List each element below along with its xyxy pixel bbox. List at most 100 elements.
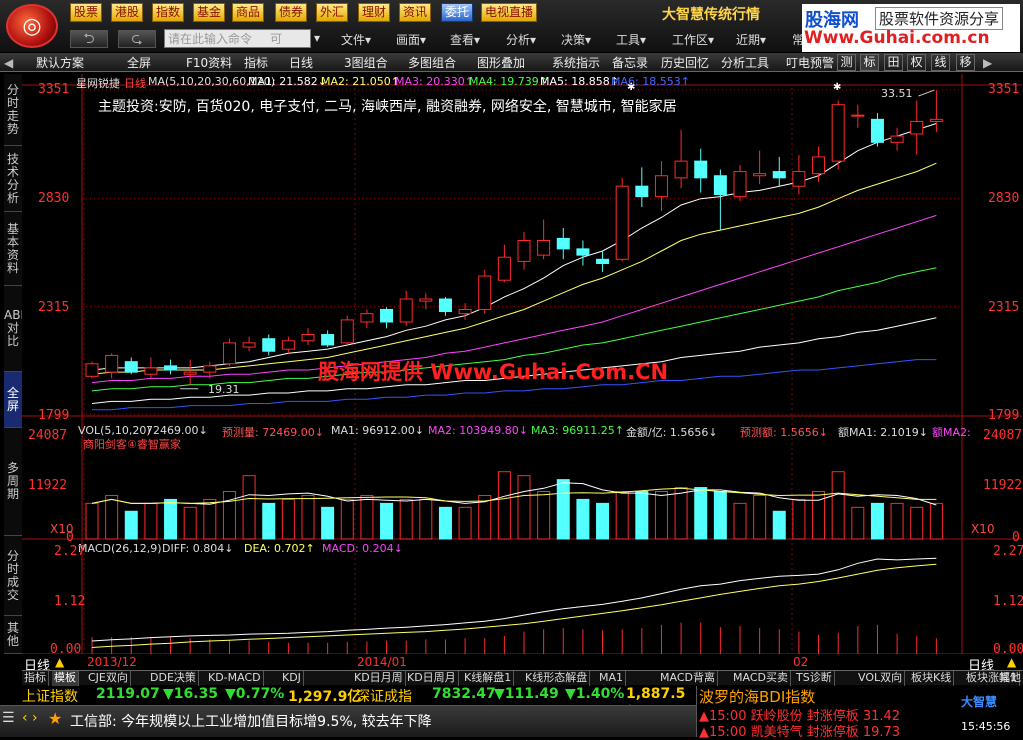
site-watermark: 股海网 股票软件资源分享 Www.Guhai.com.cn: [802, 4, 1020, 52]
period-name: 日线: [124, 77, 146, 90]
news-prev-icon[interactable]: ‹ ›: [22, 710, 38, 726]
sidebar-item-1[interactable]: 技术分析: [4, 146, 22, 212]
nav-menu-3[interactable]: 分析▾: [506, 31, 536, 48]
tab-2[interactable]: CJE双向: [86, 671, 131, 686]
toolbar-key-0[interactable]: 测: [837, 54, 856, 71]
tab-11[interactable]: MACD背离: [658, 671, 718, 686]
tab-12[interactable]: MACD买卖: [731, 671, 791, 686]
tab-10[interactable]: MA1: [597, 671, 627, 686]
top-menu-0[interactable]: 股票: [70, 3, 103, 22]
forward-button[interactable]: ⮎: [118, 30, 156, 48]
news-bar: ☰ ‹ › ★ 工信部: 今年规模以上工业增加值目标增9.5%, 较去年下降: [0, 705, 696, 737]
toolbar-item-12[interactable]: 叮电预警: [786, 55, 834, 71]
nav-menu-6[interactable]: 工作区▾: [672, 31, 714, 48]
toolbar-key-5[interactable]: 移: [956, 54, 975, 71]
volume-bar: [870, 502, 884, 540]
toolbar-key-3[interactable]: 权: [907, 54, 926, 71]
command-dropdown-icon[interactable]: ▾: [314, 31, 320, 45]
toolbar-item-0[interactable]: 默认方案: [36, 55, 84, 71]
sidebar-item-3[interactable]: ABH对比: [4, 286, 29, 372]
back-button[interactable]: ⮌: [70, 30, 108, 48]
alert-item[interactable]: ▲15:00 凯美特气 封涨停板 19.73: [699, 721, 900, 740]
sh-index-name[interactable]: 上证指数: [22, 686, 78, 706]
macd-axis-left-1: 1.12: [54, 594, 86, 609]
price-axis-right-1: 2830: [988, 191, 1020, 206]
sidebar-item-4[interactable]: 全屏: [4, 372, 22, 428]
toolbar-item-2[interactable]: F10资料: [186, 55, 232, 71]
news-headline[interactable]: 工信部: 今年规模以上工业增加值目标增9.5%, 较去年下降: [70, 711, 432, 731]
vol-header-3: MA1: 96912.00↓: [331, 424, 424, 437]
top-menu-5[interactable]: 债券: [275, 3, 308, 22]
tab-13[interactable]: TS诊断: [794, 671, 835, 686]
toolbar-item-1[interactable]: 全屏: [127, 55, 151, 71]
tab-15[interactable]: 板块K线: [909, 671, 955, 686]
nav-menu-5[interactable]: 工具▾: [616, 31, 646, 48]
news-menu-icon[interactable]: ☰: [2, 710, 15, 726]
command-input[interactable]: 请在此输入命令可: [164, 29, 311, 48]
tab-8[interactable]: K线解盘1: [462, 671, 515, 686]
toolbar-item-3[interactable]: 指标: [244, 55, 268, 71]
candle: [478, 269, 492, 314]
sidebar-item-6[interactable]: 分时成交: [4, 536, 22, 616]
top-menu-1[interactable]: 港股: [111, 3, 144, 22]
toolbar-item-6[interactable]: 多图组合: [408, 55, 456, 71]
top-menu-2[interactable]: 指数: [152, 3, 185, 22]
tab-17[interactable]: 其他: [997, 671, 1023, 686]
nav-menu-2[interactable]: 查看▾: [450, 31, 480, 48]
tab-9[interactable]: K线形态解盘: [523, 671, 591, 686]
star-icon[interactable]: ★: [48, 709, 62, 728]
price-axis-right-2: 2315: [988, 300, 1020, 315]
toolbar-key-2[interactable]: 田: [884, 54, 903, 71]
toolbar-item-4[interactable]: 日线: [289, 55, 313, 71]
toolbar-item-10[interactable]: 历史回忆: [661, 55, 709, 71]
toolbar-item-11[interactable]: 分析工具: [721, 55, 769, 71]
volume-bar: [340, 498, 354, 540]
sidebar-item-7[interactable]: 其他: [4, 616, 22, 654]
nav-menu-7[interactable]: 近期▾: [736, 31, 766, 48]
sidebar-item-2[interactable]: 基本资料: [4, 212, 22, 286]
toolbar-item-9[interactable]: 备忘录: [612, 55, 648, 71]
volume-bar: [183, 506, 197, 540]
volume-bar: [615, 491, 629, 540]
top-menu-4[interactable]: 商品: [232, 3, 265, 22]
sidebar-item-0[interactable]: 分时走势: [4, 74, 22, 146]
sz-index-name[interactable]: 深证成指: [356, 686, 412, 706]
toolbar-right-arrow-icon[interactable]: ▶: [983, 55, 992, 71]
bdi-title[interactable]: 波罗的海BDI指数: [699, 686, 815, 707]
candle: [85, 361, 99, 379]
watermark-url: Www.Guhai.com.cn: [804, 28, 990, 48]
top-menu-8[interactable]: 资讯: [399, 3, 432, 22]
nav-menu-4[interactable]: 决策▾: [561, 31, 591, 48]
dzh-logo: 大智慧: [961, 695, 998, 709]
toolbar-item-7[interactable]: 图形叠加: [477, 55, 525, 71]
nav-menu-1[interactable]: 画面▾: [396, 31, 426, 48]
top-menu-3[interactable]: 基金: [193, 3, 226, 22]
tab-3[interactable]: DDE决策: [148, 671, 199, 686]
tab-0[interactable]: 指标: [22, 671, 49, 686]
toolbar-item-5[interactable]: 3图组合: [344, 55, 388, 71]
top-menu-10[interactable]: 电视直播: [481, 3, 538, 22]
volume-bar: [85, 502, 99, 540]
macd-dea: DEA: 0.702↑: [244, 542, 315, 555]
nav-menu-0[interactable]: 文件▾: [341, 31, 371, 48]
period-right-arrow-icon: ▲: [1007, 655, 1017, 669]
app-logo-icon[interactable]: ◎: [6, 4, 58, 48]
toolbar-key-1[interactable]: 标: [860, 54, 879, 71]
tab-1[interactable]: 模板: [52, 671, 79, 686]
toolbar-key-4[interactable]: 线: [931, 54, 950, 71]
toolbar-left-arrow-icon[interactable]: ◀: [4, 55, 13, 71]
sh-index-pct: ▼0.77%: [225, 686, 285, 702]
sidebar-item-5[interactable]: 多周期: [4, 428, 22, 536]
tab-5[interactable]: KDJ: [280, 671, 304, 686]
toolbar-item-8[interactable]: 系统指示: [552, 55, 600, 71]
top-menu-9[interactable]: 委托: [441, 3, 474, 22]
tab-6[interactable]: KD日月周: [352, 671, 406, 686]
sidebar: 分时走势 技术分析 基本资料 ABH对比 全屏 多周期 分时成交 其他: [4, 74, 29, 654]
ma-value-3: MA4: 19.739↑: [469, 75, 548, 88]
tab-4[interactable]: KD-MACD: [206, 671, 264, 686]
tab-7[interactable]: KD日周月: [405, 671, 459, 686]
sh-index-change: ▼16.35: [163, 686, 219, 702]
top-menu-7[interactable]: 理财: [358, 3, 391, 22]
tab-14[interactable]: VOL双向: [856, 671, 906, 686]
top-menu-6[interactable]: 外汇: [316, 3, 349, 22]
